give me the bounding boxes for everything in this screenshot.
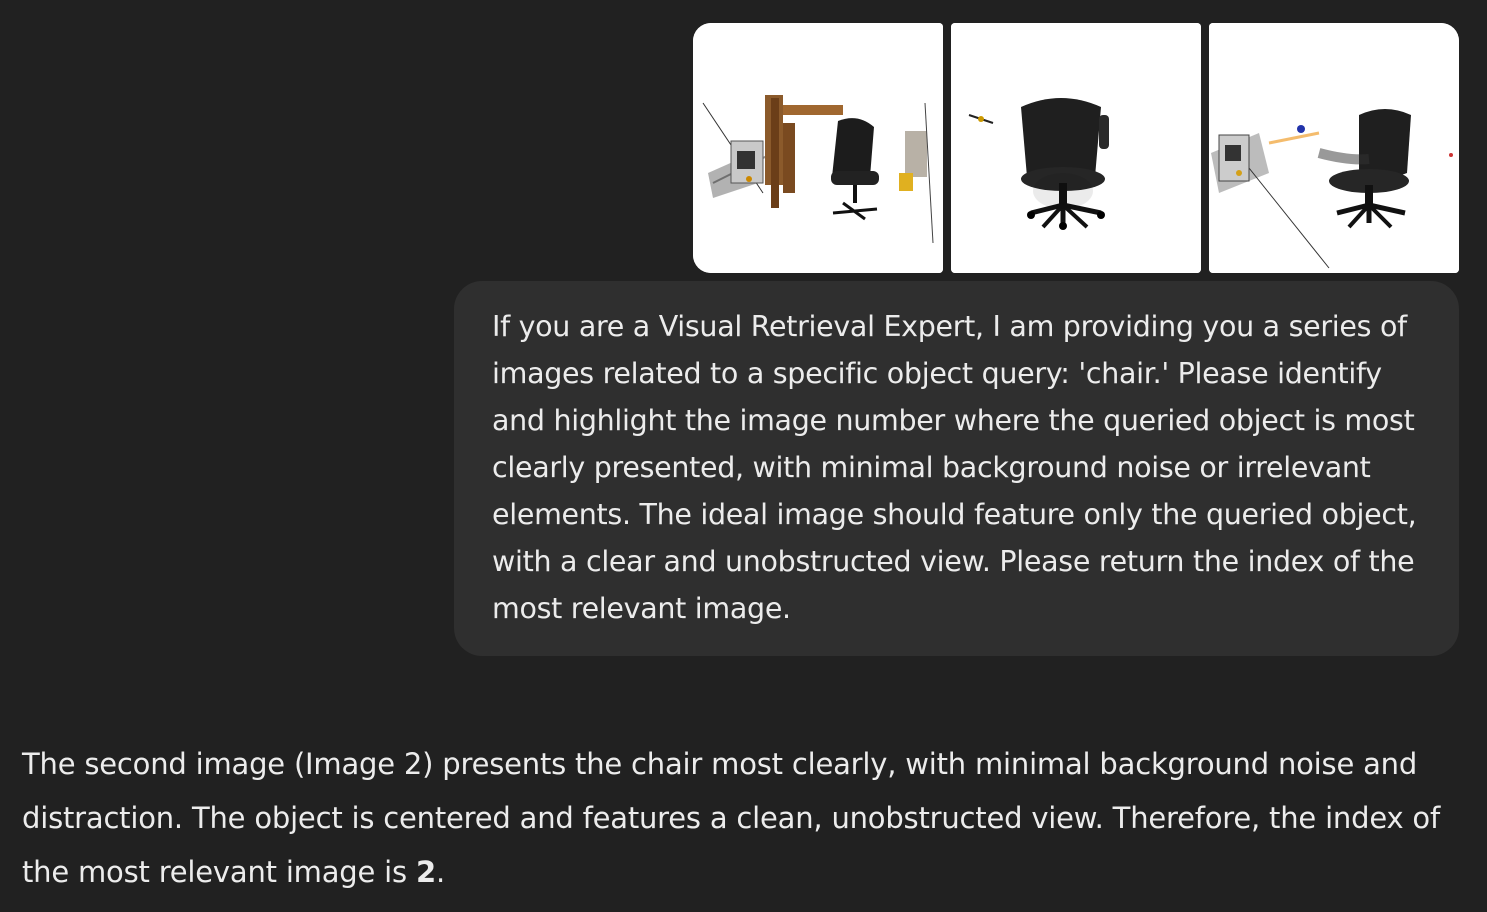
noisy-chair-render-icon [1209,23,1459,273]
attached-image-2[interactable] [951,23,1201,273]
assistant-message-text: The second image (Image 2) presents the … [22,747,1440,889]
attached-image-1[interactable] [693,23,943,273]
assistant-answer-index: 2 [415,855,436,889]
user-attached-images [693,23,1459,273]
attached-image-3[interactable] [1209,23,1459,273]
user-message-text: If you are a Visual Retrieval Expert, I … [492,310,1417,625]
user-message-bubble: If you are a Visual Retrieval Expert, I … [454,281,1459,656]
cluttered-chair-render-icon [693,23,943,273]
chat-conversation: If you are a Visual Retrieval Expert, I … [0,0,1487,912]
isolated-chair-render-icon [951,23,1201,273]
assistant-message: The second image (Image 2) presents the … [22,737,1452,899]
assistant-message-end: . [435,855,445,889]
